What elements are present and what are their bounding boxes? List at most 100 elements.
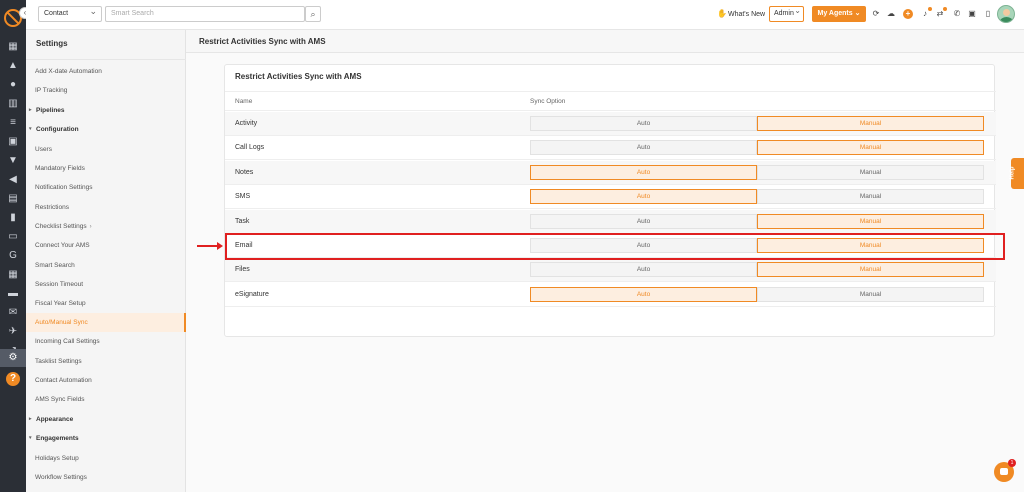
sidebar-item-workflow-settings[interactable]: Workflow Settings xyxy=(26,468,186,487)
context-select[interactable]: Contact xyxy=(38,4,102,22)
caret-right-icon: ▸ xyxy=(29,107,32,113)
my-agents-label: My Agents xyxy=(817,10,853,17)
caret-down-icon: ▾ xyxy=(29,435,32,441)
google-icon[interactable]: G xyxy=(6,249,20,263)
table-row: eSignature Auto Manual xyxy=(225,283,996,307)
column-header-name: Name xyxy=(235,98,253,105)
search-icon[interactable]: ⌕ xyxy=(305,6,321,22)
bell-icon[interactable]: ♪ xyxy=(920,7,932,19)
auto-option-button[interactable]: Auto xyxy=(530,164,757,180)
manual-option-button[interactable]: Manual xyxy=(757,164,984,180)
chip-icon[interactable]: ▣ xyxy=(967,9,977,19)
sidebar-item-contact-automation[interactable]: Contact Automation xyxy=(26,371,186,390)
row-name: Files xyxy=(235,266,250,274)
sidebar-item-users[interactable]: Users xyxy=(26,140,186,159)
table-header: Name Sync Option xyxy=(225,91,996,111)
sidebar-item-checklist-settings[interactable]: Checklist Settings › xyxy=(26,217,186,236)
hand-icon: ✋ xyxy=(717,9,727,18)
settings-icon[interactable]: ⚙ xyxy=(0,349,26,367)
dashboard-icon[interactable]: ▦ xyxy=(6,40,20,54)
auto-option-button[interactable]: Auto xyxy=(530,116,757,131)
group-label: Appearance xyxy=(36,416,74,423)
megaphone-icon[interactable]: ◀ xyxy=(6,173,20,187)
cloud-icon[interactable]: ☁ xyxy=(886,9,896,19)
group-label: Configuration xyxy=(36,126,79,133)
caret-right-icon: ▸ xyxy=(29,416,32,422)
sidebar-item-fiscal-year-setup[interactable]: Fiscal Year Setup xyxy=(26,294,186,313)
filter-icon[interactable]: ▼ xyxy=(6,154,20,168)
avatar[interactable] xyxy=(997,5,1015,23)
sidebar-item-auto-manual-sync[interactable]: Auto/Manual Sync xyxy=(26,313,186,332)
sidebar-title: Settings xyxy=(36,39,68,48)
help-icon[interactable]: ? xyxy=(6,372,20,386)
row-name: Task xyxy=(235,217,250,225)
manual-option-button[interactable]: Manual xyxy=(757,286,984,302)
page-title: Restrict Activities Sync with AMS xyxy=(186,30,1024,53)
sync-icon[interactable]: ⟳ xyxy=(871,9,881,19)
sync-settings-card: Restrict Activities Sync with AMS Name S… xyxy=(224,64,996,337)
chat-launcher-button[interactable]: 1 xyxy=(994,459,1016,482)
auto-option-button[interactable]: Auto xyxy=(530,262,757,278)
whats-new-link[interactable]: ✋What's New xyxy=(717,9,765,18)
role-select[interactable]: Admin xyxy=(769,4,804,22)
mail-icon[interactable]: ✉ xyxy=(6,306,20,320)
sidebar-item-ams-sync-fields[interactable]: AMS Sync Fields xyxy=(26,390,186,409)
briefcase-icon[interactable]: ▬ xyxy=(6,287,20,301)
smart-search-input[interactable]: Smart Search xyxy=(105,6,305,22)
auto-option-button[interactable]: Auto xyxy=(530,286,757,302)
calendar-icon[interactable]: ▣ xyxy=(6,135,20,149)
main-content: Restrict Activities Sync with AMS Restri… xyxy=(186,30,1024,492)
sidebar-item-smart-search[interactable]: Smart Search xyxy=(26,256,186,275)
plane-icon[interactable]: ✈ xyxy=(6,325,20,339)
device-icon[interactable]: ▯ xyxy=(983,9,993,19)
plus-icon[interactable]: + xyxy=(903,9,913,19)
sidebar-item-mandatory-fields[interactable]: Mandatory Fields xyxy=(26,159,186,178)
chevron-right-icon: › xyxy=(89,224,92,230)
sidebar-item-add-x-date-automation[interactable]: Add X-date Automation xyxy=(26,62,186,81)
table-row: Notes Auto Manual xyxy=(225,160,996,185)
group-label: Engagements xyxy=(36,435,79,442)
document-icon[interactable]: ▤ xyxy=(6,192,20,206)
auto-option-button[interactable]: Auto xyxy=(530,189,757,205)
sidebar-group-engagements[interactable]: ▾ Engagements xyxy=(26,429,186,448)
manual-option-button[interactable]: Manual xyxy=(757,213,984,229)
sidebar-item-restrictions[interactable]: Restrictions xyxy=(26,198,186,217)
table-row: Task Auto Manual xyxy=(225,209,996,234)
folder-icon[interactable]: ▭ xyxy=(6,230,20,244)
sidebar-item-holidays-setup[interactable]: Holidays Setup xyxy=(26,449,186,468)
sidebar-item-session-timeout[interactable]: Session Timeout xyxy=(26,275,186,294)
row-name: SMS xyxy=(235,193,251,201)
manual-option-button[interactable]: Manual xyxy=(757,116,984,131)
sidebar-group-configuration[interactable]: ▾ Configuration xyxy=(26,120,186,139)
calculator-icon[interactable]: ▦ xyxy=(6,268,20,282)
sidebar-item-tasklist-settings[interactable]: Tasklist Settings xyxy=(26,352,186,371)
people-icon[interactable]: ● xyxy=(6,78,20,92)
transfer-icon[interactable]: ⇄ xyxy=(935,7,947,19)
auto-option-button[interactable]: Auto xyxy=(530,213,757,229)
phone-icon[interactable]: ✆ xyxy=(952,9,962,19)
reports-icon[interactable]: ▮ xyxy=(6,211,20,225)
sidebar-item-notification-settings[interactable]: Notification Settings xyxy=(26,178,186,197)
help-tab-label: Help xyxy=(1009,166,1016,180)
group-label: Pipelines xyxy=(36,107,65,114)
item-label: Checklist Settings xyxy=(35,223,87,230)
row-name: eSignature xyxy=(235,290,269,298)
list-icon[interactable]: ≡ xyxy=(6,116,20,130)
sidebar-group-appearance[interactable]: ▸ Appearance xyxy=(26,410,186,429)
sidebar-group-pipelines[interactable]: ▸ Pipelines xyxy=(26,101,186,120)
chat-badge: 1 xyxy=(1008,459,1016,467)
sidebar-item-ip-tracking[interactable]: IP Tracking xyxy=(26,81,186,100)
bank-icon[interactable]: ▥ xyxy=(6,97,20,111)
manual-option-button[interactable]: Manual xyxy=(757,140,984,156)
manual-option-button[interactable]: Manual xyxy=(757,262,984,278)
my-agents-button[interactable]: My Agents ⌄ xyxy=(812,6,866,22)
auto-option-button[interactable]: Auto xyxy=(530,140,757,156)
manual-option-button[interactable]: Manual xyxy=(757,189,984,205)
card-title: Restrict Activities Sync with AMS xyxy=(235,72,362,81)
sidebar-item-connect-your-ams[interactable]: Connect Your AMS xyxy=(26,236,186,255)
whats-new-label: What's New xyxy=(727,11,766,18)
sidebar-item-incoming-call-settings[interactable]: Incoming Call Settings xyxy=(26,332,186,351)
help-tab[interactable]: Help xyxy=(1009,158,1024,189)
row-name: Notes xyxy=(235,168,254,176)
contacts-icon[interactable]: ▲ xyxy=(6,59,20,73)
